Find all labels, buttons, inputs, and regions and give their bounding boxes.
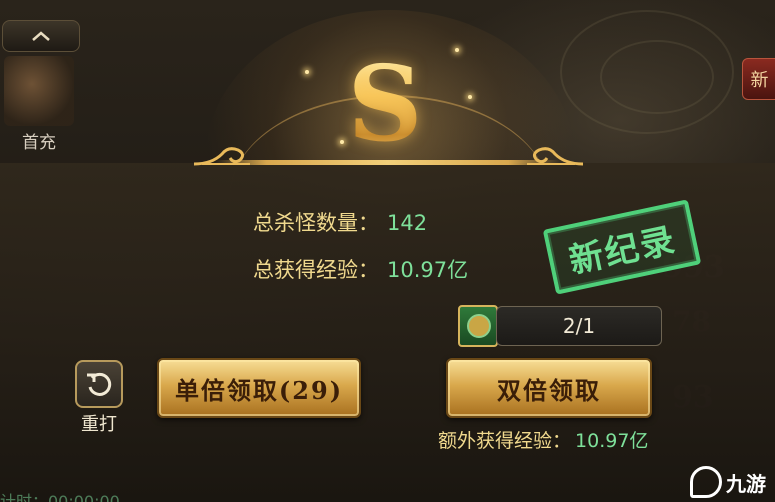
sparkle bbox=[468, 95, 472, 99]
watermark-text: 九游 bbox=[726, 471, 766, 496]
total-exp-value: 10.97亿 bbox=[387, 258, 469, 282]
extra-exp-row: 额外获得经验： 10.97亿 bbox=[438, 426, 648, 453]
warrior-portrait-icon bbox=[4, 56, 74, 126]
total-exp-row: 总获得经验： 10.97亿 bbox=[253, 254, 468, 284]
site-watermark: 九游 bbox=[690, 466, 770, 498]
jade-token-icon bbox=[458, 305, 498, 347]
first-recharge-label: 首充 bbox=[22, 133, 56, 153]
retry-button[interactable]: 重打 bbox=[74, 360, 124, 435]
total-kills-label: 总杀怪数量： bbox=[253, 211, 379, 235]
total-exp-label: 总获得经验： bbox=[253, 258, 379, 282]
sparkle bbox=[305, 70, 309, 74]
grade-letter: S bbox=[320, 52, 450, 162]
sparkle bbox=[455, 48, 459, 52]
new-badge[interactable]: 新 bbox=[742, 58, 775, 100]
nine-game-logo-icon bbox=[690, 466, 722, 498]
single-claim-button[interactable]: 单倍领取(29) bbox=[157, 358, 361, 418]
retry-label: 重打 bbox=[81, 414, 117, 435]
extra-exp-value: 10.97亿 bbox=[575, 430, 649, 452]
cloud-ornament-icon bbox=[193, 147, 250, 166]
first-recharge-button[interactable]: 首充 bbox=[4, 56, 74, 153]
battle-timer: 计时：00:00:00 bbox=[0, 492, 120, 502]
double-claim-button[interactable]: 双倍领取 bbox=[446, 358, 652, 418]
collapse-button[interactable] bbox=[2, 20, 80, 52]
refresh-icon bbox=[75, 360, 123, 408]
sparkle bbox=[340, 140, 344, 144]
extra-exp-label: 额外获得经验： bbox=[438, 430, 572, 452]
cloud-ornament-icon bbox=[527, 147, 584, 166]
total-kills-row: 总杀怪数量： 142 bbox=[253, 207, 427, 237]
chevron-up-icon bbox=[32, 31, 50, 41]
double-reward-count: 2/1 bbox=[496, 306, 662, 346]
total-kills-value: 142 bbox=[387, 211, 428, 235]
background-cloud-pattern bbox=[600, 40, 714, 114]
battle-result-screen: 993 78 93 首充 新 S 总杀怪数量：142 总获得经验：10.97亿 … bbox=[0, 0, 775, 502]
